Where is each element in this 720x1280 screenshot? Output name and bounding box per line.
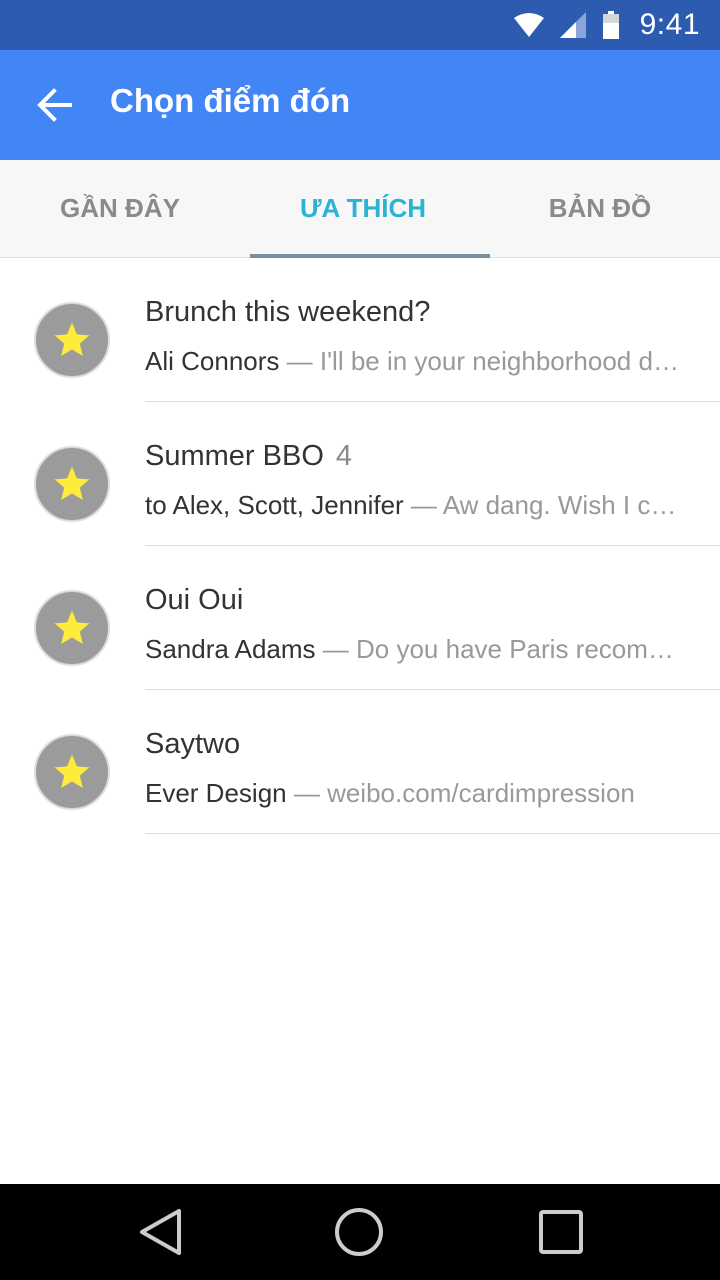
list-item[interactable]: Brunch this weekend? Ali Connors — I'll …: [0, 258, 720, 402]
tab-recent[interactable]: GẦN ĐÂY: [0, 160, 240, 257]
list-item-subtitle: Ali Connors — I'll be in your neighborho…: [145, 346, 685, 377]
tab-map[interactable]: BẢN ĐỒ: [480, 160, 720, 257]
tab-favorites[interactable]: ƯA THÍCH: [243, 160, 483, 257]
item-count: 4: [335, 440, 353, 472]
item-sender: to Alex, Scott, Jennifer: [145, 490, 404, 520]
item-snippet: — I'll be in your neighborhood doing err…: [286, 346, 685, 376]
wifi-icon: [513, 13, 544, 37]
back-triangle-icon: [140, 1209, 181, 1255]
item-snippet: — weibo.com/cardimpression: [286, 778, 635, 808]
avatar: [34, 302, 110, 378]
avatar: [34, 446, 110, 522]
list-item-subtitle: to Alex, Scott, Jennifer — Aw dang. Wish…: [145, 490, 685, 521]
list-item-subtitle: Sandra Adams — Do you have Paris recomme…: [145, 634, 685, 665]
status-bar: 9:41: [0, 0, 720, 50]
list-item-title: Saytwo: [145, 728, 252, 761]
avatar: [34, 590, 110, 666]
system-nav-bar: [0, 1184, 720, 1280]
status-icons: 9:41: [513, 0, 700, 50]
arrow-back-icon: [37, 88, 72, 122]
favorites-list: Brunch this weekend? Ali Connors — I'll …: [0, 258, 720, 834]
item-sender: Ali Connors: [145, 346, 280, 376]
list-item-subtitle: Ever Design — weibo.com/cardimpression: [145, 778, 685, 809]
item-sender: Ever Design: [145, 778, 287, 808]
star-icon: [54, 322, 90, 356]
divider: [145, 833, 720, 834]
item-title: Summer BBO: [145, 440, 324, 472]
nav-back-button[interactable]: [100, 1184, 220, 1280]
item-title: Oui Oui: [145, 584, 244, 616]
cell-signal-icon: [559, 12, 586, 38]
list-item-title: Brunch this weekend?: [145, 296, 442, 329]
list-item-title: Oui Oui: [145, 584, 255, 617]
item-snippet: — Aw dang. Wish I could make it.: [410, 490, 685, 520]
star-icon: [54, 754, 90, 788]
app-bar: Chọn điểm đón: [0, 50, 720, 160]
item-title: Saytwo: [145, 728, 241, 760]
item-title: Brunch this weekend?: [145, 296, 431, 328]
item-sender: Sandra Adams: [145, 634, 316, 664]
star-icon: [54, 466, 90, 500]
back-button[interactable]: [34, 85, 74, 125]
nav-recents-button[interactable]: [501, 1184, 621, 1280]
list-item[interactable]: Saytwo Ever Design — weibo.com/cardimpre…: [0, 690, 720, 834]
star-icon: [54, 610, 90, 644]
status-time: 9:41: [639, 8, 700, 41]
recents-square-icon: [539, 1210, 583, 1254]
avatar: [34, 734, 110, 810]
list-item[interactable]: Summer BBO 4 to Alex, Scott, Jennifer — A…: [0, 402, 720, 546]
item-snippet: — Do you have Paris recommendations?: [322, 634, 685, 664]
list-item-title: Summer BBO 4: [145, 440, 352, 473]
nav-home-button[interactable]: [299, 1184, 419, 1280]
battery-icon: [602, 11, 619, 39]
tab-bar: GẦN ĐÂY ƯA THÍCH BẢN ĐỒ: [0, 160, 720, 258]
page-title: Chọn điểm đón: [110, 82, 351, 119]
home-circle-icon: [335, 1208, 383, 1256]
list-item[interactable]: Oui Oui Sandra Adams — Do you have Paris…: [0, 546, 720, 690]
